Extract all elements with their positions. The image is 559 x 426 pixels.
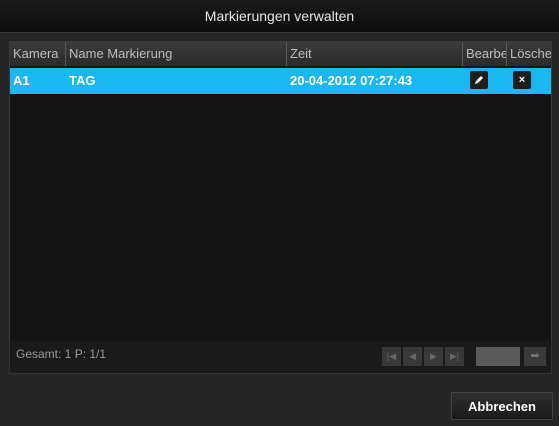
- page-input[interactable]: [476, 347, 520, 366]
- cell-time: 20-04-2012 07:27:43: [290, 73, 413, 88]
- total-count: Gesamt: 1 P: 1/1: [16, 347, 107, 361]
- dialog-title: Markierungen verwalten: [0, 0, 559, 33]
- edit-button[interactable]: [470, 71, 488, 89]
- cell-name: TAG: [69, 73, 96, 88]
- table-header: Kamera Name Markierung Zeit Bearbeiten L…: [10, 42, 551, 66]
- header-name[interactable]: Name Markierung: [66, 42, 287, 66]
- go-page-button[interactable]: ➡: [524, 347, 546, 366]
- first-page-button[interactable]: |◀: [382, 347, 401, 366]
- last-page-button[interactable]: ▶|: [445, 347, 464, 366]
- pagination: |◀ ◀ ▶ ▶|: [382, 347, 472, 366]
- header-time[interactable]: Zeit: [287, 42, 463, 66]
- manage-tags-dialog: Markierungen verwalten Kamera Name Marki…: [0, 0, 559, 426]
- pencil-icon: [475, 76, 483, 84]
- close-icon: ×: [518, 74, 526, 86]
- next-page-button[interactable]: ▶: [424, 347, 443, 366]
- prev-page-button[interactable]: ◀: [403, 347, 422, 366]
- delete-button[interactable]: ×: [513, 71, 531, 89]
- cell-camera: A1: [13, 73, 30, 88]
- header-edit[interactable]: Bearbeiten: [463, 42, 507, 66]
- table-row[interactable]: A1 TAG 20-04-2012 07:27:43 ×: [10, 68, 551, 94]
- tag-table: Kamera Name Markierung Zeit Bearbeiten L…: [9, 41, 552, 343]
- header-camera[interactable]: Kamera: [10, 42, 66, 66]
- cancel-button[interactable]: Abbrechen: [451, 392, 553, 420]
- header-delete[interactable]: Löschen: [507, 42, 551, 66]
- table-footer: Gesamt: 1 P: 1/1 |◀ ◀ ▶ ▶| ➡: [9, 341, 552, 374]
